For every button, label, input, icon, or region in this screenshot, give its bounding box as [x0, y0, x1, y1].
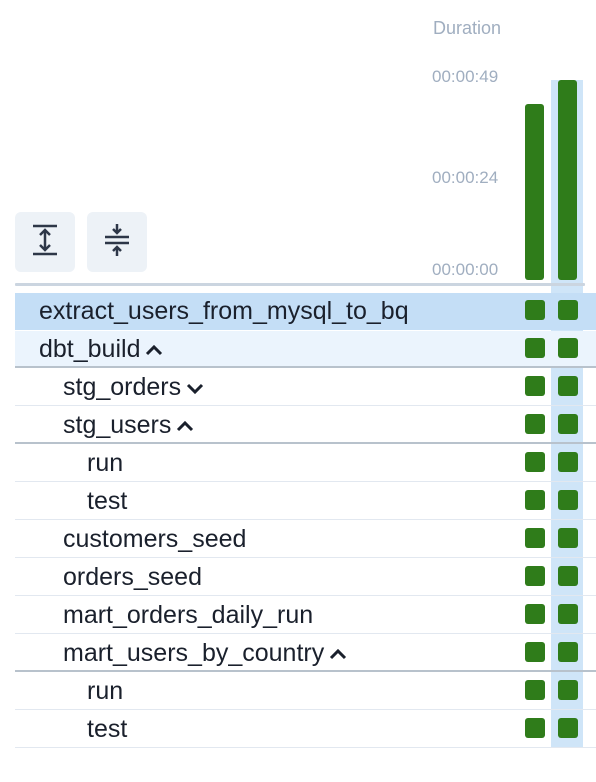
y-tick-zero: 00:00:00 [432, 260, 499, 279]
task-instance-status-success[interactable] [558, 490, 578, 510]
expand-all-button[interactable] [15, 212, 75, 272]
task-instance-status-success[interactable] [558, 300, 578, 320]
chart-baseline [15, 283, 585, 286]
task-label: extract_users_from_mysql_to_bq [39, 297, 409, 325]
task-label: customers_seed [63, 525, 247, 553]
tree-row-customers-seed[interactable]: customers_seed [15, 521, 596, 558]
chevron-up-icon[interactable] [328, 647, 348, 661]
task-instance-status-success[interactable] [525, 680, 545, 700]
collapse-all-button[interactable] [87, 212, 147, 272]
tree-row-dbt-build[interactable]: dbt_build [15, 331, 596, 368]
task-instance-status-success[interactable] [558, 376, 578, 396]
task-label: run [87, 677, 124, 705]
task-instance-status-success[interactable] [558, 528, 578, 548]
task-instance-status-success[interactable] [525, 338, 545, 358]
collapse-all-icon [103, 223, 131, 262]
tree-row-mart-orders-daily-run[interactable]: mart_orders_daily_run [15, 597, 596, 634]
task-label: dbt_build [39, 335, 141, 363]
task-instance-status-success[interactable] [558, 414, 578, 434]
tree-row-orders-seed[interactable]: orders_seed [15, 559, 596, 596]
task-instance-status-success[interactable] [558, 718, 578, 738]
duration-title: Duration [433, 18, 502, 38]
duration-bar-run-2[interactable] [558, 80, 577, 280]
duration-bar-run-1[interactable] [525, 104, 544, 280]
task-label: run [87, 449, 124, 477]
chevron-up-icon[interactable] [144, 343, 164, 357]
task-instance-status-success[interactable] [525, 376, 545, 396]
task-label: test [87, 487, 128, 515]
task-instance-status-success[interactable] [525, 566, 545, 586]
task-instance-status-success[interactable] [558, 452, 578, 472]
expand-all-icon [31, 223, 59, 262]
chevron-down-icon[interactable] [185, 381, 205, 395]
y-tick-max: 00:00:49 [432, 67, 499, 86]
task-instance-status-success[interactable] [525, 452, 545, 472]
tree-row-mart-users-test[interactable]: test [15, 711, 596, 748]
task-instance-status-success[interactable] [525, 528, 545, 548]
tree-row-stg-orders[interactable]: stg_orders [15, 369, 596, 406]
task-label: mart_orders_daily_run [63, 601, 314, 629]
tree-row-mart-users-run[interactable]: run [15, 673, 596, 710]
tree-row-stg-users-test[interactable]: test [15, 483, 596, 520]
task-instance-status-success[interactable] [525, 642, 545, 662]
task-label: stg_orders [63, 373, 182, 401]
task-instance-status-success[interactable] [525, 490, 545, 510]
task-instance-status-success[interactable] [558, 680, 578, 700]
tree-row-extract-users[interactable]: extract_users_from_mysql_to_bq [15, 293, 596, 330]
task-label: mart_users_by_country [63, 639, 325, 667]
task-instance-status-success[interactable] [525, 300, 545, 320]
tree-row-stg-users[interactable]: stg_users [15, 407, 596, 444]
task-instance-status-success[interactable] [558, 338, 578, 358]
task-instance-status-success[interactable] [525, 604, 545, 624]
task-label: test [87, 715, 128, 743]
y-tick-mid: 00:00:24 [432, 168, 499, 187]
tree-row-mart-users-by-country[interactable]: mart_users_by_country [15, 635, 596, 672]
tree-row-stg-users-run[interactable]: run [15, 445, 596, 482]
task-instance-status-success[interactable] [525, 718, 545, 738]
task-instance-status-success[interactable] [525, 414, 545, 434]
chevron-up-icon[interactable] [175, 419, 195, 433]
task-label: orders_seed [63, 563, 202, 591]
task-instance-status-success[interactable] [558, 604, 578, 624]
task-instance-status-success[interactable] [558, 642, 578, 662]
task-instance-status-success[interactable] [558, 566, 578, 586]
task-label: stg_users [63, 411, 172, 439]
